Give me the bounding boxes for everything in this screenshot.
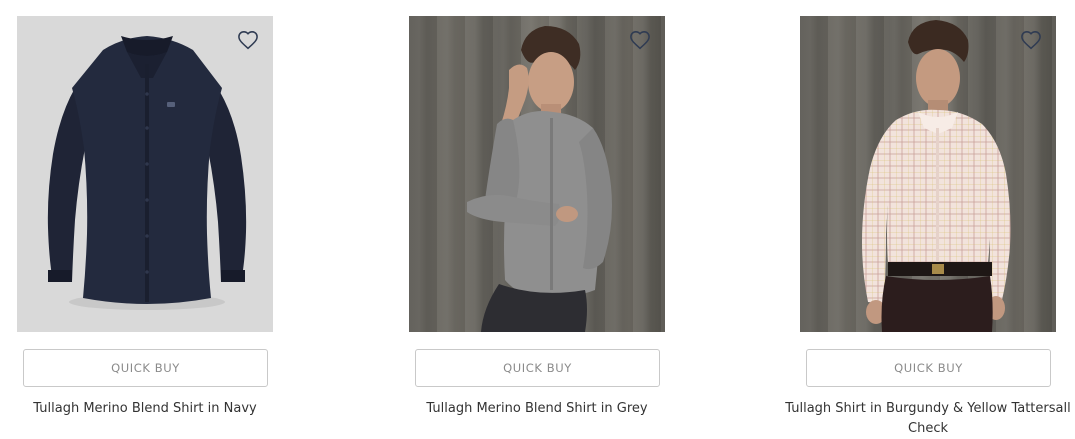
product-title[interactable]: Tullagh Merino Blend Shirt in Grey [389, 399, 685, 419]
product-card: QUICK BUY Tullagh Merino Blend Shirt in … [17, 16, 273, 416]
heart-icon [1021, 31, 1041, 50]
product-card: QUICK BUY Tullagh Shirt in Burgundy & Ye… [785, 16, 1071, 436]
product-grid: QUICK BUY Tullagh Merino Blend Shirt in … [0, 0, 1075, 439]
model-tattersall-shirt-image [862, 20, 1011, 332]
product-title[interactable]: Tullagh Merino Blend Shirt in Navy [0, 399, 293, 419]
heart-icon [630, 31, 650, 50]
heart-icon [238, 31, 258, 50]
quick-buy-button[interactable]: QUICK BUY [415, 349, 660, 387]
quick-buy-button[interactable]: QUICK BUY [806, 349, 1051, 387]
product-card: QUICK BUY Tullagh Merino Blend Shirt in … [409, 16, 665, 416]
wishlist-button[interactable] [237, 30, 259, 50]
product-image[interactable] [800, 16, 1056, 332]
model-grey-shirt-image [467, 26, 612, 332]
navy-shirt-image [47, 36, 247, 310]
wishlist-button[interactable] [629, 30, 651, 50]
wishlist-button[interactable] [1020, 30, 1042, 50]
product-image[interactable] [409, 16, 665, 332]
product-image[interactable] [17, 16, 273, 332]
product-title[interactable]: Tullagh Shirt in Burgundy & Yellow Tatte… [780, 399, 1075, 439]
quick-buy-button[interactable]: QUICK BUY [23, 349, 268, 387]
